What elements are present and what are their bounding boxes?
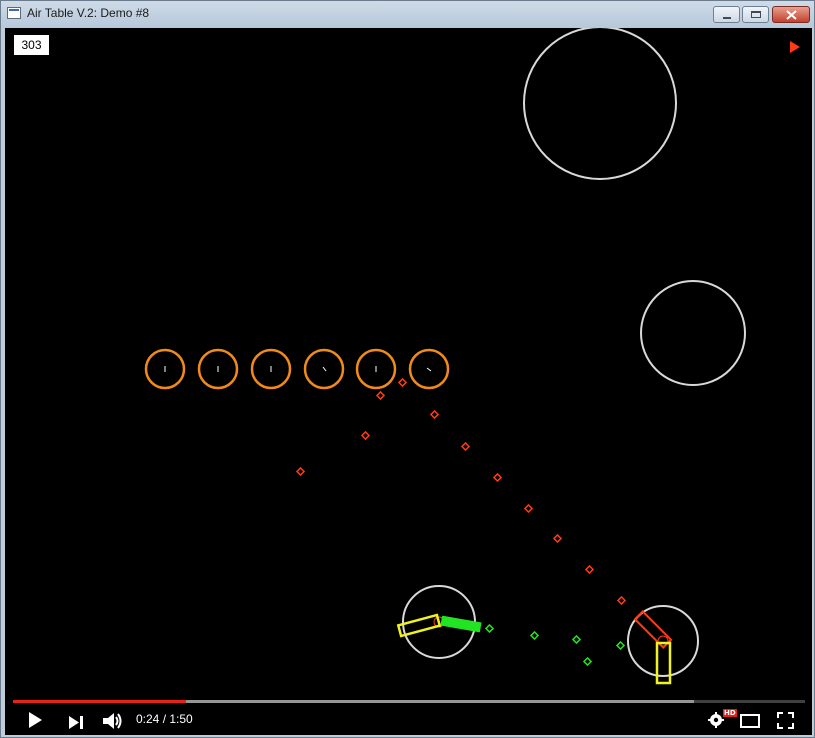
game-scene xyxy=(144,28,800,685)
volume-button[interactable] xyxy=(103,712,123,734)
play-icon xyxy=(29,712,42,728)
maximize-button[interactable] xyxy=(742,6,769,23)
trail-dot xyxy=(571,634,582,645)
target-rings xyxy=(144,348,450,390)
minimize-button[interactable] xyxy=(713,6,740,23)
yellow-paddle xyxy=(655,641,672,685)
player-left xyxy=(396,585,482,659)
target-needle xyxy=(426,367,432,372)
trail-dot xyxy=(460,441,471,452)
target-needle xyxy=(322,366,327,372)
red-trail xyxy=(295,377,627,606)
obstacle-circle xyxy=(523,28,677,180)
play-button[interactable] xyxy=(27,712,43,732)
trail-dot xyxy=(484,623,495,634)
trail-dot xyxy=(552,533,563,544)
theater-mode-button[interactable] xyxy=(740,713,760,732)
trail-dot xyxy=(295,466,306,477)
app-window: Air Table V.2: Demo #8 303 0:24 / 1:50 H… xyxy=(0,0,815,738)
close-button[interactable] xyxy=(772,6,810,23)
hd-badge: HD xyxy=(723,709,737,717)
next-icon xyxy=(69,716,83,729)
next-button[interactable] xyxy=(69,714,83,733)
video-controls: 0:24 / 1:50 HD xyxy=(5,693,812,735)
minimize-icon xyxy=(723,17,731,19)
theater-mode-icon xyxy=(740,714,760,728)
played-bar xyxy=(13,700,186,703)
trail-dot xyxy=(492,472,503,483)
time-display: 0:24 / 1:50 xyxy=(136,712,193,726)
trail-dot xyxy=(616,595,627,606)
play-indicator-icon xyxy=(790,41,800,53)
trail-dot xyxy=(397,377,408,388)
trail-dot xyxy=(375,390,386,401)
green-trail xyxy=(484,623,626,667)
trail-dot xyxy=(529,630,540,641)
window-title: Air Table V.2: Demo #8 xyxy=(27,6,150,20)
trail-dot xyxy=(615,640,626,651)
app-window-icon xyxy=(7,7,21,19)
title-bar[interactable]: Air Table V.2: Demo #8 xyxy=(1,1,814,28)
trail-dot xyxy=(523,503,534,514)
trail-dot xyxy=(582,656,593,667)
volume-icon xyxy=(103,713,122,729)
progress-bar[interactable] xyxy=(13,700,805,703)
trail-dot xyxy=(429,409,440,420)
trail-dot xyxy=(584,564,595,575)
player-right xyxy=(627,605,699,685)
fullscreen-button[interactable] xyxy=(777,712,794,733)
trail-dot xyxy=(360,430,371,441)
score-display: 303 xyxy=(14,35,49,55)
obstacle-circle xyxy=(640,280,746,386)
fullscreen-icon xyxy=(777,712,794,729)
settings-button[interactable]: HD xyxy=(707,709,737,732)
maximize-icon xyxy=(751,11,761,18)
game-canvas[interactable]: 303 0:24 / 1:50 HD xyxy=(5,28,812,735)
